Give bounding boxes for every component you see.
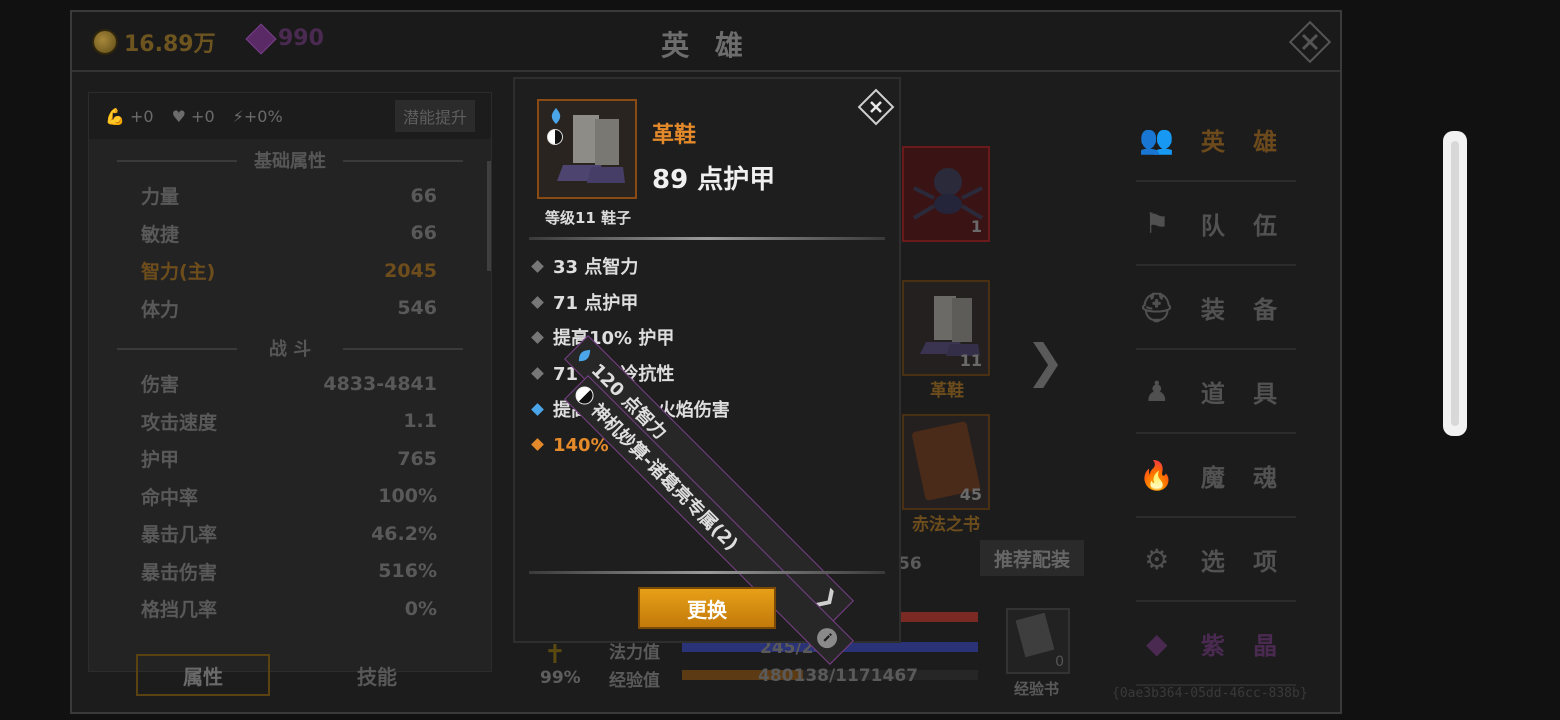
yinyang-icon [571, 382, 598, 409]
diamond-bullet-icon [531, 437, 544, 451]
health-bar [900, 612, 978, 622]
potential-upgrade-button[interactable]: 潜能提升 [394, 100, 475, 132]
top-bar: 16.89万 990 英 雄 [72, 12, 1340, 72]
item-name: 革鞋 [652, 123, 697, 148]
item-armor: 89 点护甲 [652, 165, 776, 195]
menu-items[interactable]: ♟ 道 具 [1136, 350, 1296, 434]
scrollbar-thumb[interactable] [1451, 141, 1459, 426]
menu-hero[interactable]: 👥 英 雄 [1136, 98, 1296, 182]
bonus-bar: 💪 +0 ♥ +0 ⚡+0% 潜能提升 [89, 93, 491, 139]
stat-row: 暴击伤害 516% [141, 560, 437, 584]
exp-value: 480138/1171467 [758, 666, 918, 686]
close-icon[interactable] [1286, 18, 1334, 66]
item-detail-popup: 革鞋 89 点护甲 等级11 鞋子 33 点智力 71 点护甲 提高10% 护甲… [513, 77, 901, 665]
stat-row: 伤害 4833-4841 [141, 372, 437, 397]
close-icon[interactable] [856, 87, 896, 127]
strength-bonus: 💪 +0 [105, 106, 154, 126]
stat-row: 体力 546 [141, 297, 437, 321]
menu-equipment[interactable]: ⛑ 装 备 [1136, 266, 1296, 350]
arm-icon: 💪 [105, 106, 125, 126]
water-gem-icon [578, 349, 591, 362]
menu-soul[interactable]: 🔥 魔 魂 [1136, 434, 1296, 518]
stats-panel: 💪 +0 ♥ +0 ⚡+0% 潜能提升 基础属性 力量 66 敏捷 66 智力(主)… [88, 92, 492, 672]
hero-icon: 👥 [1139, 122, 1185, 156]
diamond-bullet-icon [531, 259, 544, 273]
crystal-icon: ◆ [1146, 626, 1178, 660]
page-title: 英 雄 [661, 29, 751, 62]
equipment-slot-top[interactable]: 1 [902, 146, 990, 242]
lightning-icon: ⚡ [232, 106, 244, 126]
stat-row: 命中率 100% [141, 485, 437, 509]
base-stats-list: 力量 66 敏捷 66 智力(主) 2045 体力 546 [89, 177, 491, 327]
book-slot-label: 赤法之书 [912, 515, 980, 535]
equipment-slot-book[interactable]: 45 [902, 414, 990, 510]
boots-slot-label: 革鞋 [930, 381, 964, 401]
stat-row: 敏捷 66 [141, 222, 437, 246]
diamond-bullet-icon [531, 330, 544, 344]
info-icon[interactable]: i [812, 623, 842, 653]
speed-bonus: ⚡+0% [232, 106, 283, 126]
stat-row: 力量 66 [141, 184, 437, 209]
tab-attributes[interactable]: 属性 [136, 654, 270, 696]
menu-options[interactable]: ⚙ 选 项 [1136, 518, 1296, 602]
exp-label: 经验值 [609, 671, 660, 691]
level-percent: 99% [540, 668, 581, 688]
stat-row: 暴击几率 46.2% [141, 522, 437, 547]
combat-stats-list: 伤害 4833-4841 攻击速度 1.1 护甲 765 命中率 100% 暴击几率 46… [89, 365, 491, 628]
stat-row: 攻击速度 1.1 [141, 410, 437, 434]
partial-value: 56 [898, 554, 922, 574]
stat-row: 格挡几率 0% [141, 597, 437, 622]
gear-icon: ⚙ [1144, 542, 1180, 576]
item-level: 等级11 鞋子 [544, 209, 632, 227]
exp-book-slot[interactable]: 0 [1006, 608, 1070, 674]
stats-scrollbar[interactable] [487, 161, 491, 271]
stat-row: 护甲 765 [141, 447, 437, 472]
divider [529, 237, 885, 240]
heart-icon: ♥ [171, 106, 186, 126]
flame-icon: 🔥 [1139, 458, 1185, 492]
overlay-scrollbar[interactable] [1443, 131, 1467, 436]
menu-crystal[interactable]: ◆ 紫 晶 [1136, 602, 1296, 686]
health-bonus: ♥ +0 [171, 106, 215, 126]
bag-icon: ♟ [1144, 374, 1180, 408]
swap-button[interactable]: 更换 [638, 587, 776, 629]
session-id: {0ae3b364-05dd-46cc-838b} [1112, 686, 1308, 701]
ankh-icon: ✝ [544, 640, 566, 670]
right-menu: 👥 英 雄 ⚑ 队 伍 ⛑ 装 备 ♟ 道 具 🔥 魔 魂 ⚙ 选 项 ◆ 紫 … [1136, 98, 1296, 686]
flag-icon: ⚑ [1144, 206, 1180, 240]
diamond-bullet-icon [531, 402, 544, 416]
affix-row: 33 点智力 [529, 249, 887, 283]
left-tabs: 属性 技能 [88, 650, 492, 700]
helmet-icon: ⛑ [1139, 290, 1185, 324]
yinyang-icon [547, 129, 563, 145]
stat-row-primary: 智力(主) 2045 [141, 259, 437, 284]
next-arrow-icon[interactable]: ❯ [1026, 334, 1065, 388]
affix-row: 71 点护甲 [529, 285, 887, 319]
diamond-bullet-icon [531, 366, 544, 380]
water-gem-icon [551, 108, 561, 124]
combat-header: 战 斗 [89, 335, 491, 361]
diamond-bullet-icon [531, 295, 544, 309]
menu-team[interactable]: ⚑ 队 伍 [1136, 182, 1296, 266]
tab-skills[interactable]: 技能 [310, 654, 444, 696]
divider [529, 571, 885, 574]
exp-book-icon [1015, 612, 1055, 658]
exp-book-label: 经验书 [1014, 680, 1060, 698]
equipment-slot-boots[interactable]: 11 [902, 280, 990, 376]
item-icon-frame [537, 99, 637, 199]
base-attributes-header: 基础属性 [89, 147, 491, 173]
recommend-build-button[interactable]: 推荐配装 [980, 540, 1084, 576]
